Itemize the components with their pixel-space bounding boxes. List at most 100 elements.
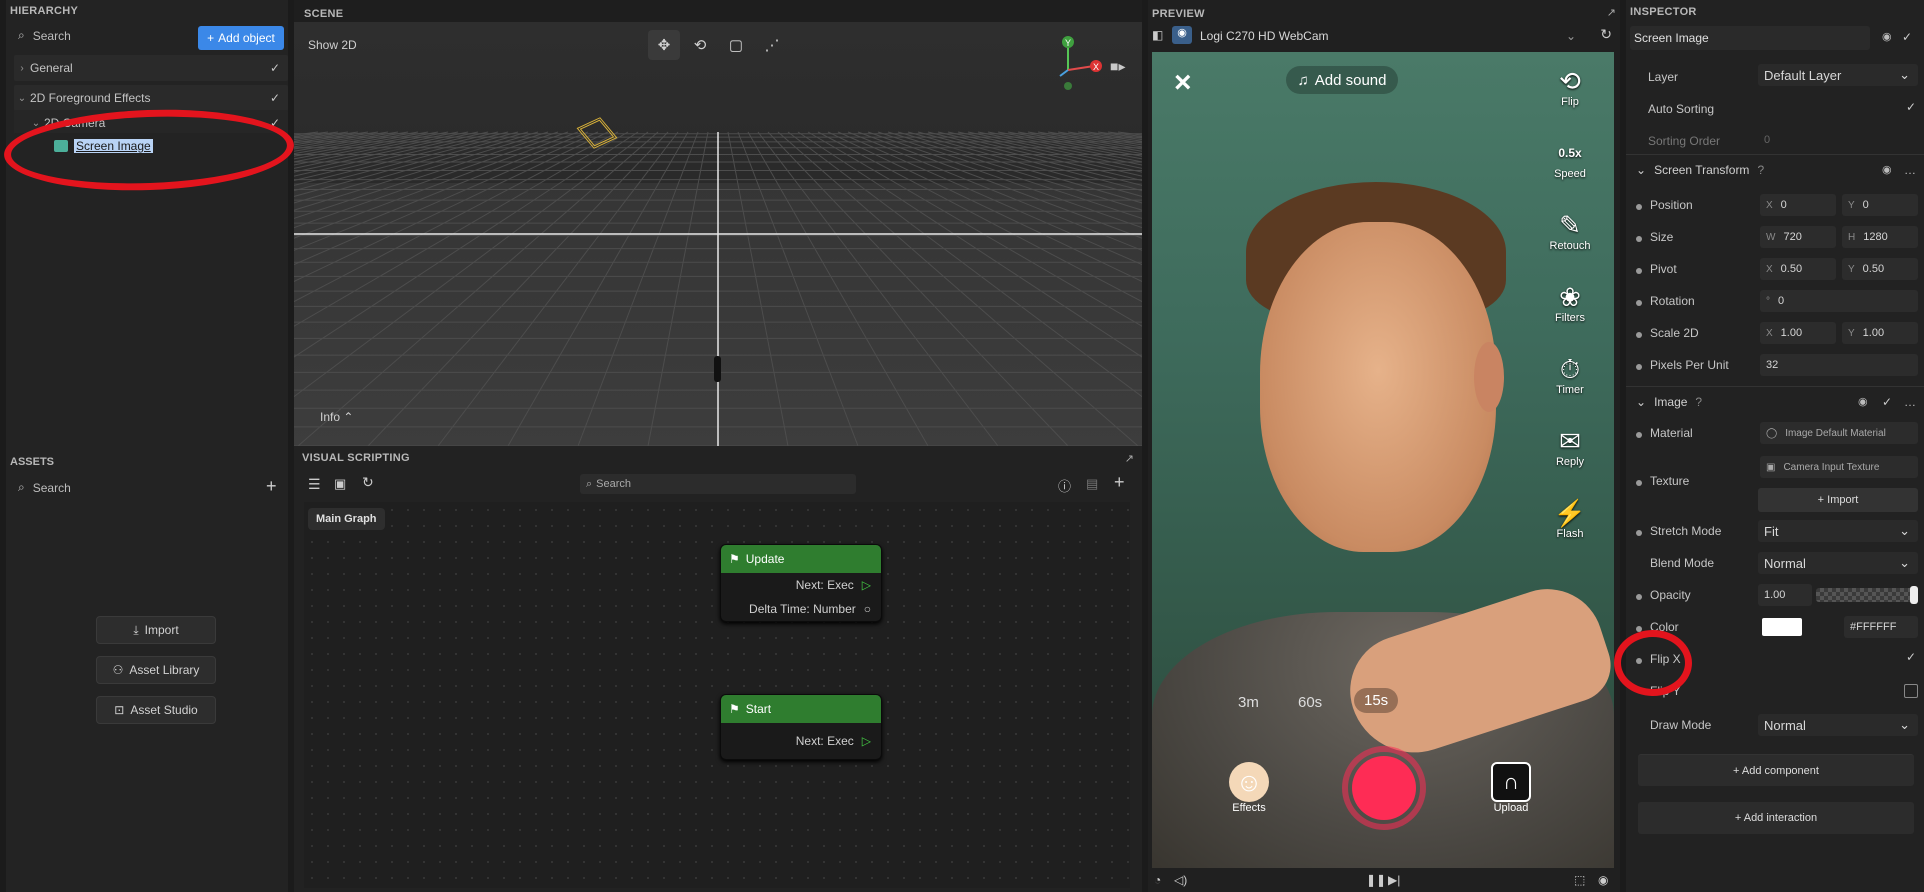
- add-interaction-button[interactable]: + Add interaction: [1638, 802, 1914, 834]
- add-component-button[interactable]: + Add component: [1638, 754, 1914, 786]
- tiktok-icon[interactable]: ◔: [1154, 873, 1161, 887]
- update-node[interactable]: ⚑ Update Next: Exec ▷ Delta Time: Number ○: [720, 544, 882, 622]
- visibility-check-icon[interactable]: ✓: [270, 91, 280, 105]
- hierarchy-item-general[interactable]: › General ✓: [14, 55, 288, 81]
- speed-control[interactable]: 0.5x Speed: [1538, 138, 1602, 180]
- screen-transform-header[interactable]: ⌄ Screen Transform ? ◉ …: [1626, 154, 1924, 184]
- timer-control[interactable]: ⏱ Timer: [1538, 354, 1602, 396]
- flash-control[interactable]: ⚡ Flash: [1538, 498, 1602, 540]
- image-header[interactable]: ⌄ Image ? ◉ ✓ …: [1626, 386, 1924, 416]
- hierarchy-item-2d-foreground[interactable]: ⌄ 2D Foreground Effects ✓: [14, 85, 288, 111]
- add-node-icon[interactable]: +: [1114, 472, 1125, 493]
- frame-icon[interactable]: ▣: [334, 476, 346, 492]
- object-name-field[interactable]: Screen Image: [1630, 26, 1870, 50]
- asset-library-button[interactable]: ⚇ Asset Library: [96, 656, 216, 684]
- auto-sorting-checkbox[interactable]: ✓: [1906, 100, 1916, 114]
- keyframe-dot-icon[interactable]: [1636, 480, 1642, 486]
- menu-icon[interactable]: ☰: [308, 476, 321, 493]
- assets-search-overlay[interactable]: ⌕ Search: [18, 480, 71, 495]
- chevron-down-icon[interactable]: ⌄: [14, 93, 30, 104]
- scale-x-field[interactable]: X 1.00: [1760, 322, 1836, 344]
- texture-import-button[interactable]: + Import: [1758, 488, 1918, 512]
- popout-icon[interactable]: ↗: [1125, 452, 1134, 465]
- upload-button[interactable]: ∩ Upload: [1486, 762, 1536, 814]
- duration-60s[interactable]: 60s: [1298, 694, 1322, 711]
- position-y-field[interactable]: Y0: [1842, 194, 1918, 216]
- scale-tool-button[interactable]: ▢: [720, 30, 752, 60]
- blend-mode-dropdown[interactable]: Normal ⌄: [1758, 552, 1918, 574]
- reply-control[interactable]: ✉ Reply: [1538, 426, 1602, 468]
- opacity-slider-handle[interactable]: [1910, 586, 1918, 604]
- opacity-slider[interactable]: [1816, 586, 1918, 604]
- position-x-field[interactable]: X0: [1760, 194, 1836, 216]
- keyframe-dot-icon[interactable]: [1636, 236, 1642, 242]
- target-icon[interactable]: ◉: [1858, 395, 1868, 408]
- chevron-right-icon[interactable]: ›: [14, 63, 30, 74]
- layer-dropdown[interactable]: Default Layer ⌄: [1758, 64, 1918, 86]
- record-dot-icon[interactable]: ◉: [1598, 873, 1608, 887]
- close-icon[interactable]: ×: [1174, 66, 1192, 100]
- chevron-down-icon[interactable]: ⌄: [28, 118, 44, 129]
- ppu-field[interactable]: 32: [1760, 354, 1918, 376]
- keyframe-dot-icon[interactable]: [1636, 432, 1642, 438]
- visibility-check-icon[interactable]: ✓: [270, 116, 280, 130]
- enabled-check-icon[interactable]: ✓: [1902, 30, 1912, 44]
- exec-port-icon[interactable]: ▷: [862, 734, 871, 748]
- opacity-field[interactable]: 1.00: [1758, 584, 1812, 606]
- keyframe-dot-icon[interactable]: [1636, 530, 1642, 536]
- camera-select[interactable]: Logi C270 HD WebCam ⌄: [1200, 26, 1576, 46]
- show-2d-label[interactable]: Show 2D: [308, 38, 357, 52]
- camera-feed[interactable]: × ♫ Add sound ⟲ Flip 0.5x Speed ✎ Retouch ❀ F…: [1152, 52, 1614, 868]
- enabled-check-icon[interactable]: ✓: [1882, 395, 1892, 409]
- color-hex-field[interactable]: #FFFFFF: [1844, 616, 1918, 638]
- texture-field[interactable]: ▣ Camera Input Texture: [1760, 456, 1918, 478]
- camera-source-icon[interactable]: ◉: [1172, 26, 1192, 44]
- size-w-field[interactable]: W 720: [1760, 226, 1836, 248]
- effects-button[interactable]: ☺ Effects: [1224, 762, 1274, 814]
- visibility-check-icon[interactable]: ✓: [270, 61, 280, 75]
- info-toggle[interactable]: Info ⌃: [320, 410, 353, 424]
- draw-mode-dropdown[interactable]: Normal ⌄: [1758, 714, 1918, 736]
- flip-y-checkbox[interactable]: [1904, 684, 1918, 698]
- flip-control[interactable]: ⟲ Flip: [1538, 66, 1602, 108]
- hierarchy-item-screen-image[interactable]: Screen Image: [14, 133, 288, 159]
- rotate-tool-button[interactable]: ⟲: [684, 30, 716, 60]
- duration-3m[interactable]: 3m: [1238, 694, 1259, 711]
- graph-search[interactable]: ⌕ Search: [580, 474, 856, 494]
- size-h-field[interactable]: H 1280: [1842, 226, 1918, 248]
- orientation-gizmo[interactable]: Y X: [1042, 36, 1112, 96]
- pivot-y-field[interactable]: Y 0.50: [1842, 258, 1918, 280]
- keyframe-dot-icon[interactable]: [1636, 594, 1642, 600]
- number-port-icon[interactable]: ○: [864, 602, 871, 616]
- material-field[interactable]: ◯ Image Default Material: [1760, 422, 1918, 444]
- stretch-mode-dropdown[interactable]: Fit ⌄: [1758, 520, 1918, 542]
- camera-view-icon[interactable]: ■▸: [1110, 58, 1125, 75]
- target-icon[interactable]: ◉: [1882, 163, 1892, 176]
- asset-studio-button[interactable]: ⊡ Asset Studio: [96, 696, 216, 724]
- keyframe-dot-icon[interactable]: [1636, 268, 1642, 274]
- add-asset-icon[interactable]: +: [266, 476, 277, 497]
- flip-x-checkbox[interactable]: ✓: [1906, 650, 1916, 664]
- keyframe-dot-icon[interactable]: [1636, 626, 1642, 632]
- more-icon[interactable]: …: [1904, 163, 1916, 177]
- add-sound-button[interactable]: ♫ Add sound: [1286, 66, 1398, 94]
- rotation-field[interactable]: ° 0: [1760, 290, 1918, 312]
- add-object-button[interactable]: + Add object: [198, 26, 284, 50]
- retouch-control[interactable]: ✎ Retouch: [1538, 210, 1602, 252]
- filters-control[interactable]: ❀ Filters: [1538, 282, 1602, 324]
- rect-tool-button[interactable]: ⋰: [756, 30, 788, 60]
- target-icon[interactable]: ◉: [1882, 30, 1892, 43]
- next-frame-icon[interactable]: ▶|: [1388, 873, 1400, 887]
- popout-icon[interactable]: ↗: [1607, 6, 1616, 19]
- color-swatch[interactable]: [1762, 618, 1802, 636]
- hierarchy-search-input[interactable]: Search: [33, 29, 71, 43]
- more-icon[interactable]: …: [1904, 395, 1916, 409]
- refresh-icon[interactable]: ↻: [362, 474, 374, 491]
- panel-icon[interactable]: ▤: [1086, 476, 1098, 492]
- pivot-x-field[interactable]: X 0.50: [1760, 258, 1836, 280]
- duration-15s[interactable]: 15s: [1354, 688, 1399, 713]
- keyframe-dot-icon[interactable]: [1636, 332, 1642, 338]
- device-icon[interactable]: ◧: [1152, 28, 1163, 42]
- volume-icon[interactable]: ◁): [1174, 873, 1187, 887]
- reload-icon[interactable]: ↻: [1600, 26, 1612, 43]
